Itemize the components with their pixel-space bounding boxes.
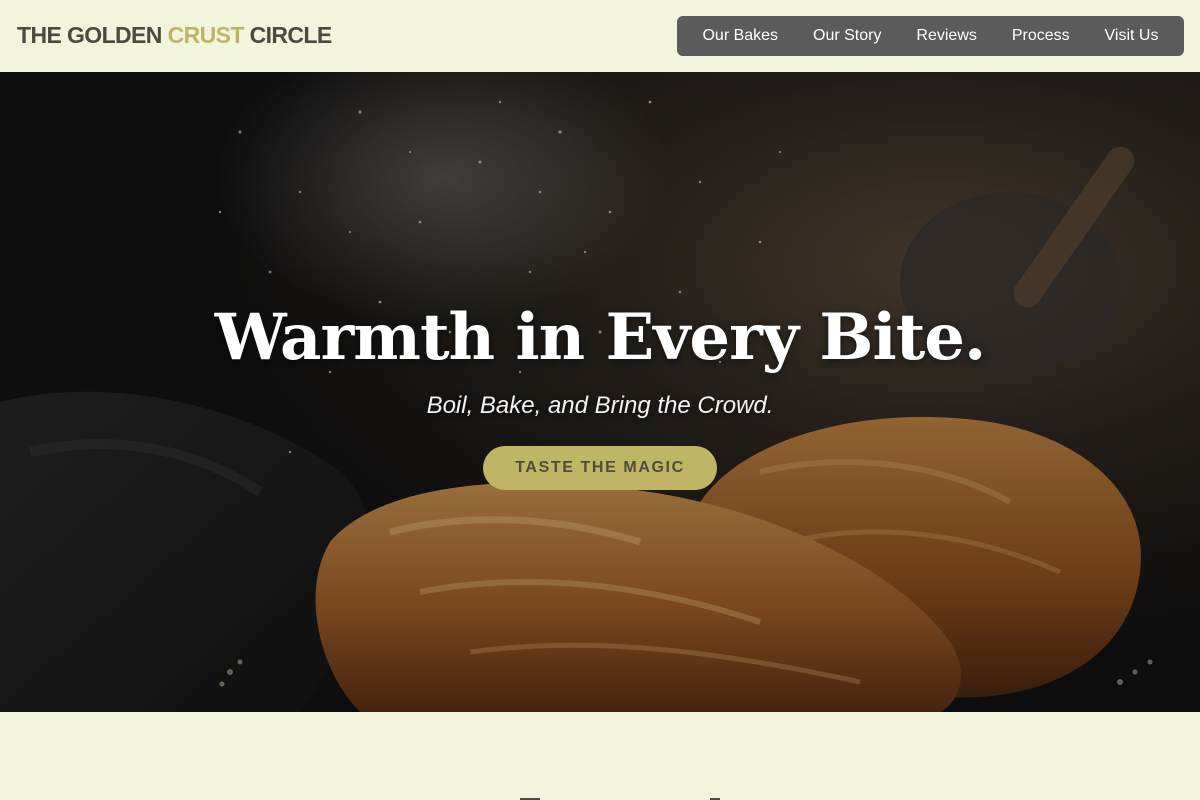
- brand-logo[interactable]: THE GOLDEN CRUST CIRCLE: [17, 22, 332, 49]
- nav-link-our-story[interactable]: Our Story: [813, 27, 881, 45]
- main-nav: Our Bakes Our Story Reviews Process Visi…: [677, 16, 1184, 56]
- section-heading-peek: [520, 798, 720, 800]
- nav-link-visit-us[interactable]: Visit Us: [1105, 27, 1159, 45]
- nav-link-reviews[interactable]: Reviews: [916, 27, 976, 45]
- nav-link-our-bakes[interactable]: Our Bakes: [702, 27, 778, 45]
- brand-text-start: THE GOLDEN: [17, 22, 168, 48]
- taste-the-magic-button[interactable]: TASTE THE MAGIC: [483, 446, 717, 490]
- brand-text-accent: CRUST: [167, 22, 245, 48]
- hero-title: Warmth in Every Bite.: [214, 300, 987, 375]
- hero-subtitle: Boil, Bake, and Bring the Crowd.: [426, 392, 774, 419]
- hero-section: Warmth in Every Bite. Boil, Bake, and Br…: [0, 72, 1200, 712]
- next-section: [0, 712, 1200, 800]
- site-header: THE GOLDEN CRUST CIRCLE Our Bakes Our St…: [0, 0, 1200, 72]
- nav-link-process[interactable]: Process: [1012, 27, 1070, 45]
- brand-text-end: CIRCLE: [243, 22, 333, 48]
